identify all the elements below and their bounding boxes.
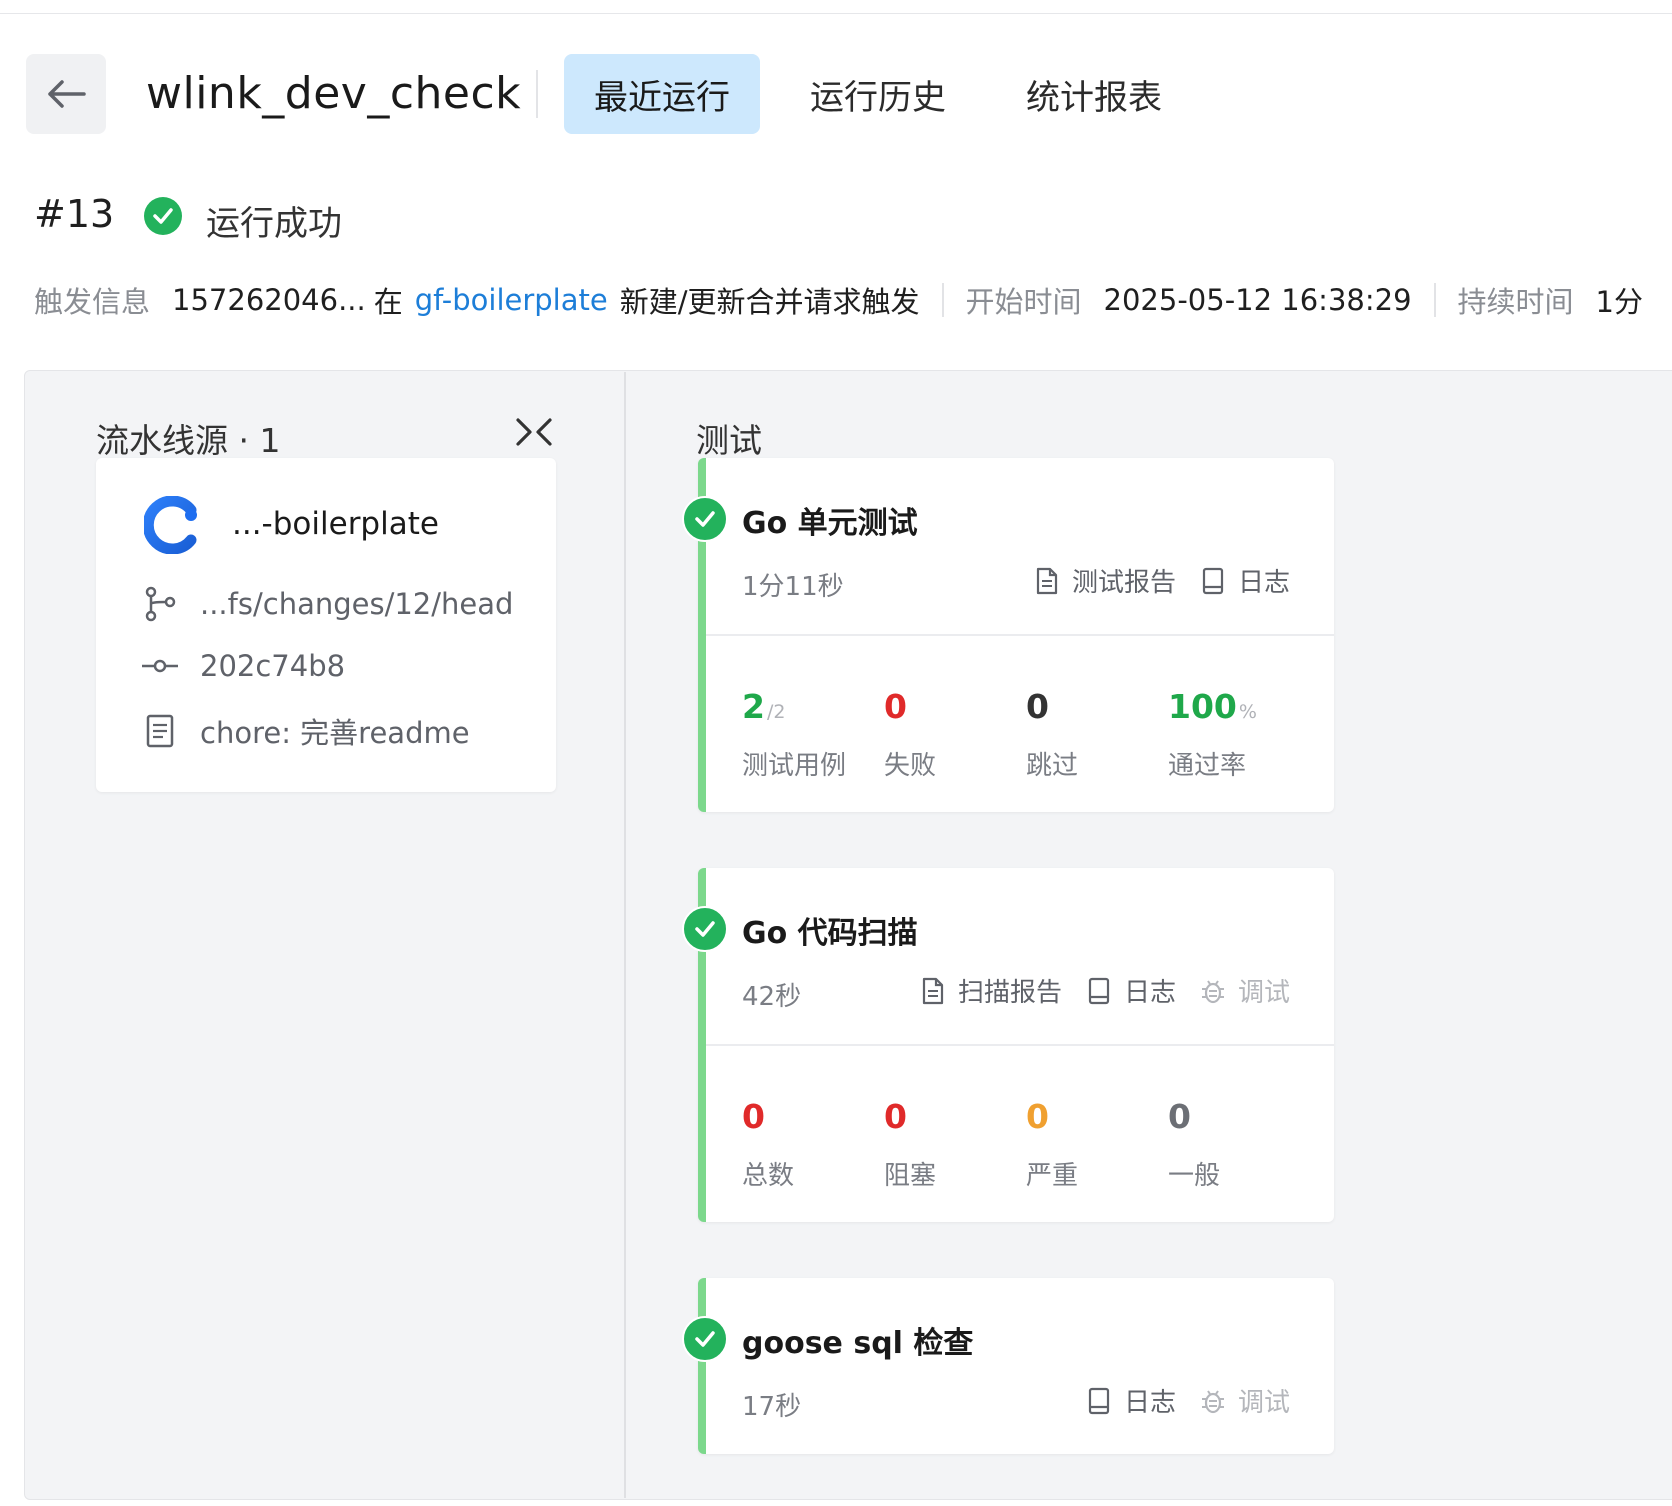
trigger-user: 157262046...: [172, 283, 366, 317]
duration-value: 1分: [1595, 285, 1643, 319]
run-meta: 触发信息 157262046... 在 gf-boilerplate 新建/更新…: [34, 280, 1643, 320]
stat-test-cases: 2/2 测试用例: [742, 687, 847, 781]
success-check-icon: [682, 496, 728, 542]
stage-title: 测试: [696, 421, 762, 460]
source-message: chore: 完善readme: [200, 716, 470, 750]
scan-report-button[interactable]: 扫描报告: [920, 972, 1062, 1009]
job-actions: 扫描报告 日志 调试: [896, 972, 1290, 1009]
stat-blocker: 0 阻塞: [884, 1097, 937, 1191]
column-divider: [624, 372, 626, 1498]
success-check-icon: [682, 1316, 728, 1362]
log-button[interactable]: 日志: [1086, 972, 1176, 1009]
run-status: 运行成功: [206, 204, 342, 244]
debug-button[interactable]: 调试: [1200, 1382, 1290, 1419]
trigger-event: 新建/更新合并请求触发: [619, 285, 920, 319]
header-divider: [536, 70, 538, 118]
trigger-repo-link[interactable]: gf-boilerplate: [415, 283, 608, 317]
log-icon: [1086, 976, 1112, 1006]
run-number: #13: [34, 192, 115, 236]
job-duration: 1分11秒: [742, 572, 844, 602]
source-commit-row: 202c74b8: [142, 648, 345, 684]
job-card-go-code-scan[interactable]: Go 代码扫描 42秒 扫描报告 日志 调试 0 总数 0 阻塞 0 严重 0: [698, 868, 1334, 1222]
tab-recent-run[interactable]: 最近运行: [564, 54, 760, 134]
debug-button[interactable]: 调试: [1200, 972, 1290, 1009]
test-report-button[interactable]: 测试报告: [1034, 562, 1176, 599]
source-ref: ...fs/changes/12/head: [200, 587, 514, 621]
repo-logo-icon: [142, 495, 202, 555]
job-title: goose sql 检查: [742, 1326, 974, 1361]
report-icon: [1034, 566, 1060, 596]
log-icon: [1200, 566, 1226, 596]
source-repo-name: ...-boilerplate: [232, 506, 439, 542]
log-button[interactable]: 日志: [1200, 562, 1290, 599]
start-time: 2025-05-12 16:38:29: [1103, 283, 1412, 317]
stat-normal: 0 一般: [1168, 1097, 1221, 1191]
report-icon: [920, 976, 946, 1006]
meta-divider: [1433, 283, 1436, 317]
job-divider: [706, 634, 1334, 636]
trigger-in: 在: [373, 285, 403, 319]
commit-icon: [142, 648, 178, 684]
start-label: 开始时间: [965, 285, 1082, 319]
back-button[interactable]: [26, 54, 106, 134]
meta-divider: [941, 283, 944, 317]
job-divider: [706, 1044, 1334, 1046]
job-title: Go 代码扫描: [742, 916, 918, 951]
trigger-label: 触发信息: [34, 285, 151, 319]
job-actions: 测试报告 日志: [1010, 562, 1290, 599]
stat-pass-rate: 100% 通过率: [1168, 687, 1257, 781]
job-card-goose-sql-check[interactable]: goose sql 检查 17秒 日志 调试: [698, 1278, 1334, 1454]
duration-label: 持续时间: [1457, 285, 1574, 319]
stat-failed: 0 失败: [884, 687, 937, 781]
stat-critical: 0 严重: [1026, 1097, 1079, 1191]
job-stats: 2/2 测试用例 0 失败 0 跳过 100% 通过率: [742, 690, 1334, 782]
log-button[interactable]: 日志: [1086, 1382, 1176, 1419]
branch-icon: [142, 586, 178, 622]
source-message-row: chore: 完善readme: [142, 710, 470, 752]
job-actions: 日志 调试: [1062, 1382, 1290, 1419]
collapse-icon[interactable]: [514, 414, 554, 450]
source-panel-title: 流水线源 · 1: [96, 421, 281, 460]
source-ref-row: ...fs/changes/12/head: [142, 586, 513, 622]
log-icon: [1086, 1386, 1112, 1416]
top-divider: [0, 13, 1672, 14]
success-check-icon: [144, 197, 182, 235]
pipeline-title: wlink_dev_check: [146, 68, 522, 119]
back-arrow-icon: [48, 80, 86, 108]
debug-icon: [1200, 1386, 1226, 1416]
success-check-icon: [682, 906, 728, 952]
job-title: Go 单元测试: [742, 506, 918, 541]
source-card[interactable]: ...-boilerplate ...fs/changes/12/head 20…: [96, 458, 556, 792]
stat-skipped: 0 跳过: [1026, 687, 1079, 781]
job-stats: 0 总数 0 阻塞 0 严重 0 一般: [742, 1100, 1334, 1192]
tab-statistics[interactable]: 统计报表: [1026, 54, 1162, 134]
job-card-go-unit-test[interactable]: Go 单元测试 1分11秒 测试报告 日志 2/2 测试用例 0 失败 0 跳过…: [698, 458, 1334, 812]
source-commit: 202c74b8: [200, 649, 346, 683]
debug-icon: [1200, 976, 1226, 1006]
job-duration: 17秒: [742, 1392, 802, 1422]
stat-total: 0 总数: [742, 1097, 795, 1191]
message-icon: [142, 713, 178, 749]
job-duration: 42秒: [742, 982, 802, 1012]
tab-run-history[interactable]: 运行历史: [810, 54, 946, 134]
